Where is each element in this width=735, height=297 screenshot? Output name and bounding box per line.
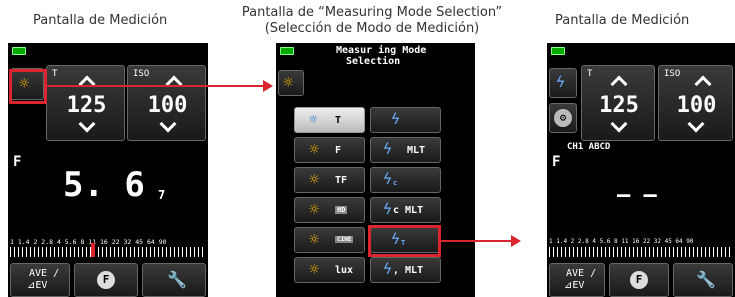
- t-up-icon[interactable]: [78, 75, 96, 93]
- ave-ev-button[interactable]: AVE / ⊿EV: [549, 263, 605, 297]
- highlight-mode-button: [9, 69, 47, 104]
- iso-control[interactable]: ISO 100: [127, 65, 206, 141]
- mode-label: MLT: [407, 145, 426, 156]
- battery-icon: [12, 47, 26, 55]
- mode-ambient-f[interactable]: ☼ F: [294, 137, 365, 163]
- battery-icon: [551, 47, 565, 55]
- channel-group-label: CH1 ABCD: [567, 142, 611, 152]
- t-up-icon[interactable]: [610, 75, 628, 93]
- iso-down-icon[interactable]: [159, 115, 177, 133]
- wrench-icon: 🔧: [696, 270, 716, 289]
- t-down-icon[interactable]: [78, 115, 96, 133]
- ambient-light-icon: ☼: [309, 140, 320, 160]
- settings-button[interactable]: 🔧: [673, 263, 733, 297]
- iso-up-icon[interactable]: [165, 75, 183, 93]
- flash-icon: ϟ: [391, 110, 401, 128]
- measuring-mode-button[interactable]: ϟ: [549, 68, 577, 98]
- arrow-to-selection: [47, 85, 265, 87]
- t-label: T: [52, 69, 58, 79]
- t-value: 125: [599, 93, 639, 118]
- mode-label: HD: [335, 206, 348, 214]
- iso-label: ISO: [664, 69, 681, 79]
- mode-ambient-cine[interactable]: ☼ CINE: [294, 227, 365, 253]
- current-mode-icon-button[interactable]: ☼: [278, 70, 304, 96]
- iso-value: 100: [676, 93, 717, 118]
- caption-middle-line2: (Selección de Modo de Medición): [264, 21, 480, 36]
- ev-label: ⊿EV: [564, 280, 585, 291]
- mode-ambient-t[interactable]: ☼ T: [294, 107, 365, 133]
- flash-cord-icon: ϟ: [383, 170, 393, 188]
- mode-label: lux: [335, 265, 354, 276]
- radio-gear-icon: ⚙: [554, 109, 572, 127]
- settings-button[interactable]: 🔧: [142, 263, 206, 297]
- mode-selection-screen: ☼ Measur ing Mode Selection ☼ T ☼ F ☼ TF ☼ H…: [276, 43, 475, 297]
- mode-label: T: [335, 115, 342, 126]
- flash-radio-icon: ϟ: [383, 260, 393, 278]
- caption-left: Pantalla de Medición: [33, 13, 168, 28]
- function-button[interactable]: F: [74, 263, 138, 297]
- mode-label: c MLT: [393, 205, 424, 216]
- mode-label: F: [335, 145, 342, 156]
- scale-ticks: [10, 247, 206, 257]
- iso-down-icon[interactable]: [687, 115, 705, 133]
- ave-ev-button[interactable]: AVE / ⊿EV: [10, 263, 70, 297]
- ambient-light-icon: ☼: [309, 170, 320, 190]
- title-line2: Selection: [346, 56, 401, 67]
- mode-flash[interactable]: ϟ: [370, 107, 441, 133]
- f-value: – –: [617, 183, 657, 208]
- f-tenths: 7: [158, 188, 166, 202]
- f-label: F: [13, 154, 22, 170]
- mode-label: TF: [335, 175, 348, 186]
- mode-ambient-lux[interactable]: ☼ lux: [294, 257, 365, 283]
- ave-label: AVE /: [29, 268, 60, 279]
- arrow-head-2: [511, 235, 521, 247]
- shutter-speed-control[interactable]: T 125: [46, 65, 125, 141]
- mode-flash-mlt[interactable]: ϟ MLT: [370, 137, 441, 163]
- highlight-radio-mode: [368, 225, 441, 257]
- flash-radio-icon: ϟ: [556, 73, 566, 91]
- radio-settings-button[interactable]: ⚙: [549, 103, 577, 133]
- mode-flash-radio-mlt[interactable]: ϟ, MLT: [370, 257, 441, 283]
- mode-sub: c: [393, 179, 398, 187]
- caption-right: Pantalla de Medición: [555, 13, 690, 28]
- f-value: 5. 6: [63, 165, 145, 205]
- f-label: F: [552, 154, 561, 170]
- mode-ambient-hd[interactable]: ☼ HD: [294, 197, 365, 223]
- shutter-speed-control[interactable]: T 125: [581, 65, 655, 141]
- t-down-icon[interactable]: [610, 115, 628, 133]
- iso-control[interactable]: ISO 100: [658, 65, 733, 141]
- mode-label: CINE: [335, 236, 354, 243]
- arrow-head-1: [263, 80, 273, 92]
- title-line1: Measur ing Mode: [336, 45, 427, 56]
- scale-ticks: [549, 247, 733, 257]
- arrow-to-result: [441, 240, 513, 242]
- ambient-light-icon: ☼: [309, 112, 318, 128]
- mode-ambient-tf[interactable]: ☼ TF: [294, 167, 365, 193]
- ambient-light-icon: ☼: [309, 260, 320, 280]
- iso-up-icon[interactable]: [694, 75, 712, 93]
- battery-icon: [280, 47, 294, 55]
- ambient-light-icon: ☼: [283, 73, 294, 93]
- mode-flash-cord[interactable]: ϟc: [370, 167, 441, 193]
- function-icon: F: [630, 271, 648, 289]
- wrench-icon: 🔧: [167, 270, 187, 289]
- right-measurement-screen: ϟ ⚙ T 125 ISO 100 CH1 ABCD F – – 1 1.4 2…: [547, 43, 735, 297]
- flash-icon: ϟ: [383, 140, 393, 158]
- scale-marker: [91, 243, 95, 257]
- mode-label: , MLT: [393, 265, 424, 276]
- mode-flash-cord-mlt[interactable]: ϟc MLT: [370, 197, 441, 223]
- function-button[interactable]: F: [609, 263, 669, 297]
- ambient-light-icon: ☼: [309, 200, 320, 220]
- function-icon: F: [97, 271, 115, 289]
- aperture-scale: 1 1.4 2 2.8 4 5.6 8 11 16 22 32 45 64 90: [549, 238, 694, 245]
- t-label: T: [587, 69, 593, 79]
- ev-label: ⊿EV: [27, 280, 48, 291]
- caption-middle-line1: Pantalla de “Measuring Mode Selection”: [241, 5, 503, 20]
- ave-label: AVE /: [566, 268, 597, 279]
- iso-label: ISO: [133, 69, 150, 79]
- aperture-scale: 1 1.4 2 2.8 4 5.6 8 11 16 22 32 45 64 90: [10, 238, 167, 246]
- flash-cord-icon: ϟ: [383, 200, 393, 218]
- ambient-light-icon: ☼: [309, 230, 320, 250]
